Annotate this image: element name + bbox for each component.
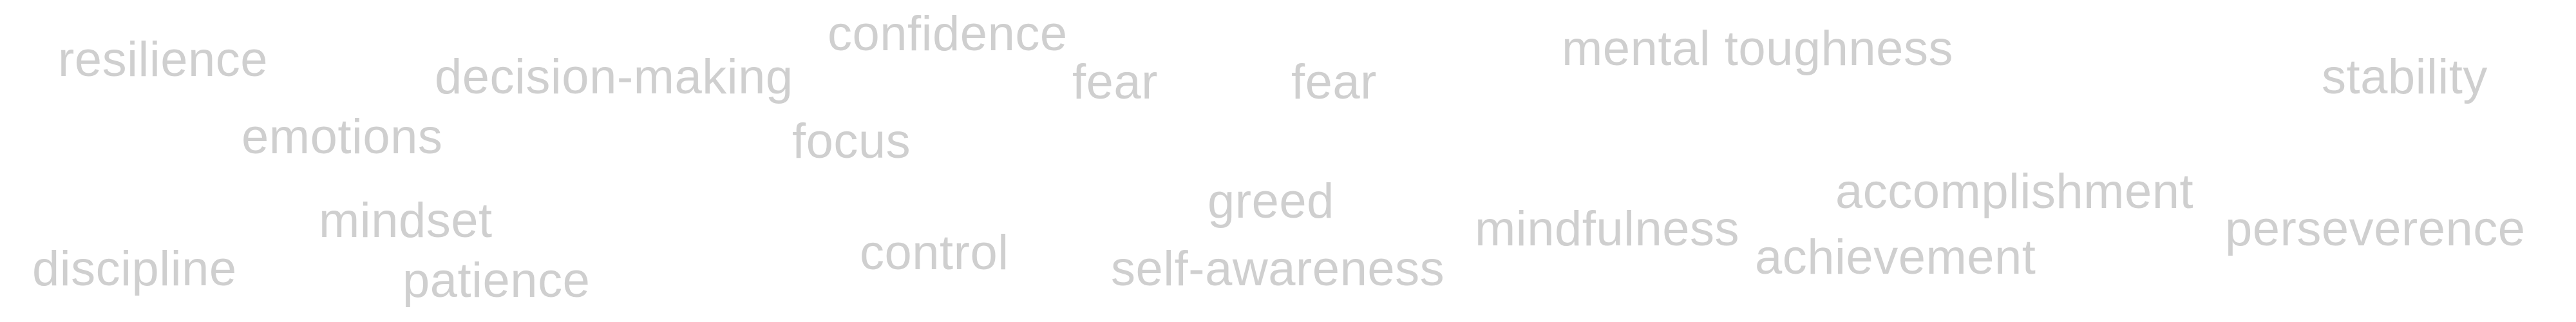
word-fear: fear bbox=[1291, 55, 1377, 109]
word-mental-toughness: mental toughness bbox=[1562, 21, 1953, 76]
word-patience: patience bbox=[402, 253, 591, 308]
word-discipline: discipline bbox=[32, 242, 237, 296]
word-emotions: emotions bbox=[242, 109, 443, 164]
word-achievement: achievement bbox=[1755, 230, 2036, 285]
word-resilience: resilience bbox=[58, 32, 269, 87]
word-perseverence: perseverence bbox=[2225, 202, 2526, 256]
word-mindset: mindset bbox=[319, 193, 493, 248]
word-stability: stability bbox=[2322, 50, 2488, 104]
word-control: control bbox=[860, 225, 1009, 280]
word-accomplishment: accomplishment bbox=[1835, 164, 2194, 219]
word-confidence: confidence bbox=[828, 6, 1068, 61]
word-greed: greed bbox=[1208, 174, 1334, 229]
word-decision-making: decision-making bbox=[435, 50, 793, 104]
word-cloud: resilience decision-making confidence fe… bbox=[0, 0, 2576, 322]
word-fear: fear bbox=[1072, 55, 1158, 109]
word-self-awareness: self-awareness bbox=[1111, 242, 1445, 296]
word-focus: focus bbox=[792, 114, 911, 169]
word-mindfulness: mindfulness bbox=[1475, 202, 1740, 256]
